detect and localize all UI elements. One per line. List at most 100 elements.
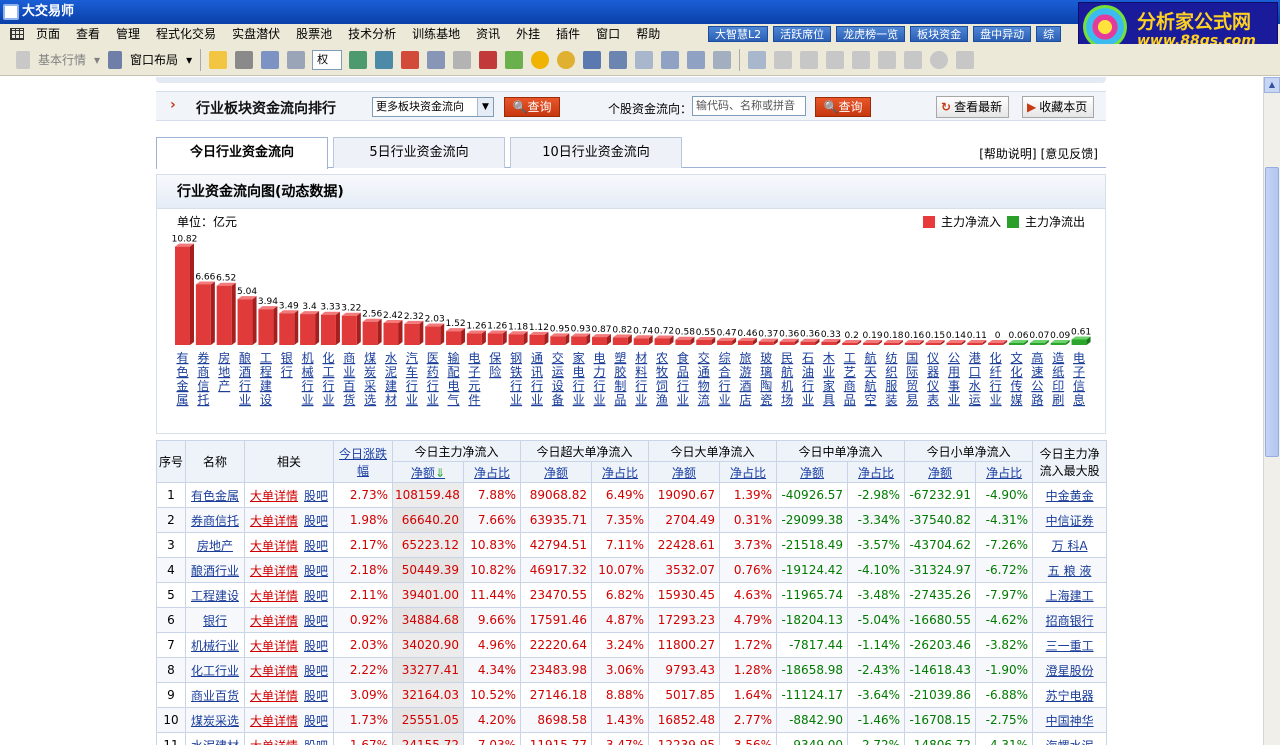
category-label-char[interactable]: 通 [531,351,543,365]
category-label-char[interactable]: 贸 [906,379,918,393]
menu-item-tech-analysis[interactable]: 技术分析 [340,24,404,44]
category-label-char[interactable]: 行 [281,365,293,379]
stock-forum-link[interactable]: 股吧 [304,739,328,745]
grid-chart-icon[interactable] [375,50,394,69]
category-label-char[interactable]: 材 [635,351,647,365]
sector-name-link[interactable]: 券商信托 [185,507,245,533]
category-label-char[interactable]: 化 [1010,365,1022,379]
category-label-char[interactable]: 艺 [844,365,856,379]
category-label-char[interactable]: 刷 [1052,393,1064,407]
category-label-char[interactable]: 行 [239,379,251,393]
category-label-char[interactable]: 高 [1031,350,1043,365]
category-label-char[interactable]: 械 [302,364,314,379]
stock-forum-link[interactable]: 股吧 [304,564,328,578]
category-label-char[interactable]: 航 [865,350,877,365]
window-icon[interactable] [635,50,654,69]
category-label-char[interactable]: 泥 [385,365,397,379]
sort-small-amount[interactable]: 净额 [904,461,977,483]
top-stock-link[interactable]: 上海建工 [1032,582,1108,608]
big-order-detail-link[interactable]: 大单详情 [250,489,298,503]
category-label-char[interactable]: 制 [614,379,626,393]
stock-forum-link[interactable]: 股吧 [304,539,328,553]
category-label-char[interactable]: 业 [406,393,418,407]
top-stock-link[interactable]: 中金黄金 [1032,482,1108,508]
category-label-char[interactable]: 设 [552,379,564,393]
big-order-detail-link[interactable]: 大单详情 [250,639,298,653]
stock-forum-link[interactable]: 股吧 [304,714,328,728]
category-label-char[interactable]: 牧 [656,365,668,379]
menu-item-window[interactable]: 窗口 [588,24,628,44]
category-label-char[interactable]: 电 [448,379,460,393]
category-label-char[interactable]: 医 [427,351,439,365]
top-stock-link[interactable]: 澄星股份 [1032,657,1108,683]
category-label-char[interactable]: 建 [385,379,397,393]
category-label-char[interactable]: 合 [719,364,731,379]
menu-item-live-hidden[interactable]: 实盘潜伏 [224,24,288,44]
draw-gann-icon[interactable] [826,50,845,69]
draw-fan-icon[interactable] [852,50,871,69]
category-label-char[interactable]: 渔 [656,393,668,407]
category-label-char[interactable]: 业 [823,365,835,379]
layout-one-icon[interactable] [661,50,680,69]
open-folder-icon[interactable] [209,50,228,69]
category-label-char[interactable]: 航 [865,378,877,393]
category-label-char[interactable]: 工 [844,351,856,365]
category-label-char[interactable]: 讯 [531,365,543,379]
category-label-char[interactable]: 仪 [927,379,939,393]
category-label-char[interactable]: 家 [573,350,585,365]
category-label-char[interactable]: 业 [343,365,355,379]
category-label-char[interactable]: 游 [739,365,751,379]
category-label-char[interactable]: 际 [906,365,918,379]
category-label-char[interactable]: 口 [969,365,981,379]
category-label-char[interactable]: 业 [302,393,314,407]
rights-combo[interactable]: 权 [312,49,343,70]
category-label-char[interactable]: 信 [197,379,209,393]
category-label-char[interactable]: 酒 [239,365,251,379]
category-label-char[interactable]: 民 [781,351,793,365]
stock-forum-link[interactable]: 股吧 [304,589,328,603]
category-label-char[interactable]: 事 [948,379,960,393]
category-label-char[interactable]: 家 [823,378,835,393]
category-label-char[interactable]: 业 [239,393,251,407]
category-label-char[interactable]: 水 [969,379,981,393]
category-label-char[interactable]: 化 [322,351,334,365]
sector-name-link[interactable]: 有色金属 [185,482,245,508]
category-label-char[interactable]: 胶 [614,364,626,379]
warning-icon[interactable] [531,50,550,69]
category-label-char[interactable]: 险 [489,364,501,379]
category-label-char[interactable]: 媒 [1010,393,1022,407]
category-label-char[interactable]: 选 [364,393,376,407]
category-label-char[interactable]: 行 [677,379,689,393]
menu-item-training[interactable]: 训练基地 [404,24,468,44]
category-label-char[interactable]: 保 [489,351,501,365]
category-label-char[interactable]: 纤 [990,365,1002,379]
category-label-char[interactable]: 托 [197,393,209,407]
category-label-char[interactable]: 车 [406,364,418,379]
quick-button-sector-funds[interactable]: 板块资金 [910,26,969,42]
dropdown-arrow-icon[interactable]: ▾ [90,53,104,67]
category-label-char[interactable]: 品 [677,365,689,379]
sector-name-link[interactable]: 银行 [185,607,245,633]
category-label-char[interactable]: 商 [343,350,355,365]
sector-name-link[interactable]: 商业百货 [185,682,245,708]
chart-icon[interactable] [349,50,368,69]
category-label-char[interactable]: 店 [739,393,751,407]
layout-two-icon[interactable] [687,50,706,69]
draw-text-icon[interactable] [956,50,975,69]
stock-forum-link[interactable]: 股吧 [304,689,328,703]
category-label-char[interactable]: 易 [906,393,918,407]
category-label-char[interactable]: 业 [948,393,960,407]
category-label-char[interactable]: 色 [176,365,188,379]
sort-small-ratio[interactable]: 净占比 [975,461,1034,483]
basic-quote-button[interactable]: 基本行情 [34,51,90,68]
category-label-char[interactable]: 备 [552,393,564,407]
category-label-char[interactable]: 路 [1031,392,1043,407]
scroll-thumb[interactable] [1265,167,1279,457]
category-label-char[interactable]: 行 [510,379,522,393]
category-label-char[interactable]: 配 [448,365,460,379]
stock-forum-link[interactable]: 股吧 [304,639,328,653]
category-label-char[interactable]: 饲 [656,379,668,393]
big-order-detail-link[interactable]: 大单详情 [250,514,298,528]
help-link[interactable]: [帮助说明] [979,147,1036,161]
menu-item-plugins[interactable]: 插件 [548,24,588,44]
